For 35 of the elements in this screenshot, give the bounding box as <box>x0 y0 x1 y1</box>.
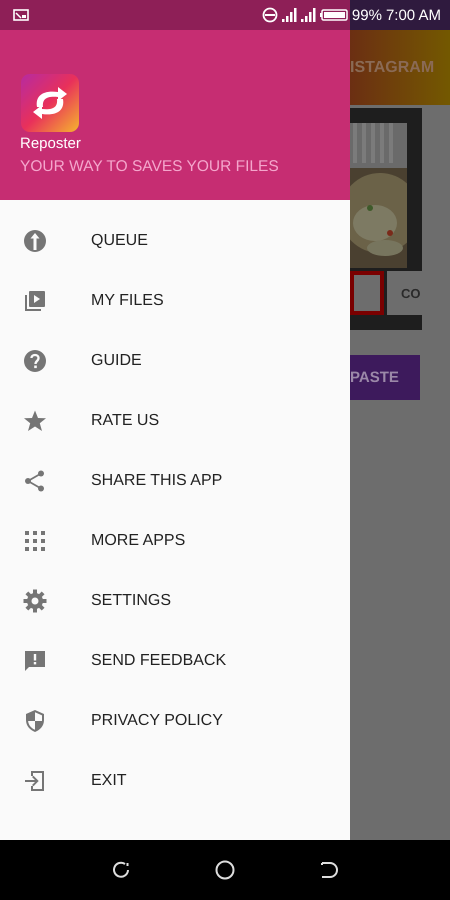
paste-button[interactable]: PASTE <box>350 355 420 400</box>
menu-item[interactable]: GUIDE <box>0 331 350 391</box>
toolbar-title: ISTAGRAM <box>350 58 434 76</box>
menu-item[interactable]: QUEUE <box>0 211 350 271</box>
share-icon <box>23 469 47 493</box>
menu-item[interactable]: SETTINGS <box>0 571 350 631</box>
recent-apps-icon[interactable] <box>111 860 132 880</box>
battery-percent: 99% <box>352 6 382 24</box>
back-icon[interactable] <box>318 860 339 880</box>
cast-icon <box>13 9 29 21</box>
do-not-disturb-icon <box>262 7 278 23</box>
selection-frame <box>350 271 384 315</box>
grid-icon <box>23 529 47 553</box>
menu-item[interactable]: MORE APPS <box>0 511 350 571</box>
tagline: YOUR WAY TO SAVES YOUR FILES <box>20 158 279 176</box>
menu-item[interactable]: PRIVACY POLICY <box>0 691 350 751</box>
clock: 7:00 AM <box>386 6 441 24</box>
app-name: Reposter <box>20 135 81 152</box>
signal-icon <box>300 8 316 22</box>
arrow-circle-icon <box>23 229 47 253</box>
shield-icon <box>23 709 47 733</box>
feedback-icon <box>23 649 47 673</box>
home-icon[interactable] <box>214 859 236 881</box>
battery-icon <box>320 9 348 21</box>
menu-item[interactable]: RATE US <box>0 391 350 451</box>
video-library-icon <box>23 289 47 313</box>
menu-item[interactable]: EXIT <box>0 751 350 811</box>
app-logo-icon <box>20 73 80 133</box>
menu-item[interactable]: SHARE THIS APP <box>0 451 350 511</box>
star-icon <box>23 409 47 433</box>
menu-item[interactable]: MY FILES <box>0 271 350 331</box>
signal-icon <box>282 8 297 22</box>
menu-item[interactable]: SEND FEEDBACK <box>0 631 350 691</box>
exit-icon <box>23 769 47 793</box>
help-icon <box>23 349 47 373</box>
